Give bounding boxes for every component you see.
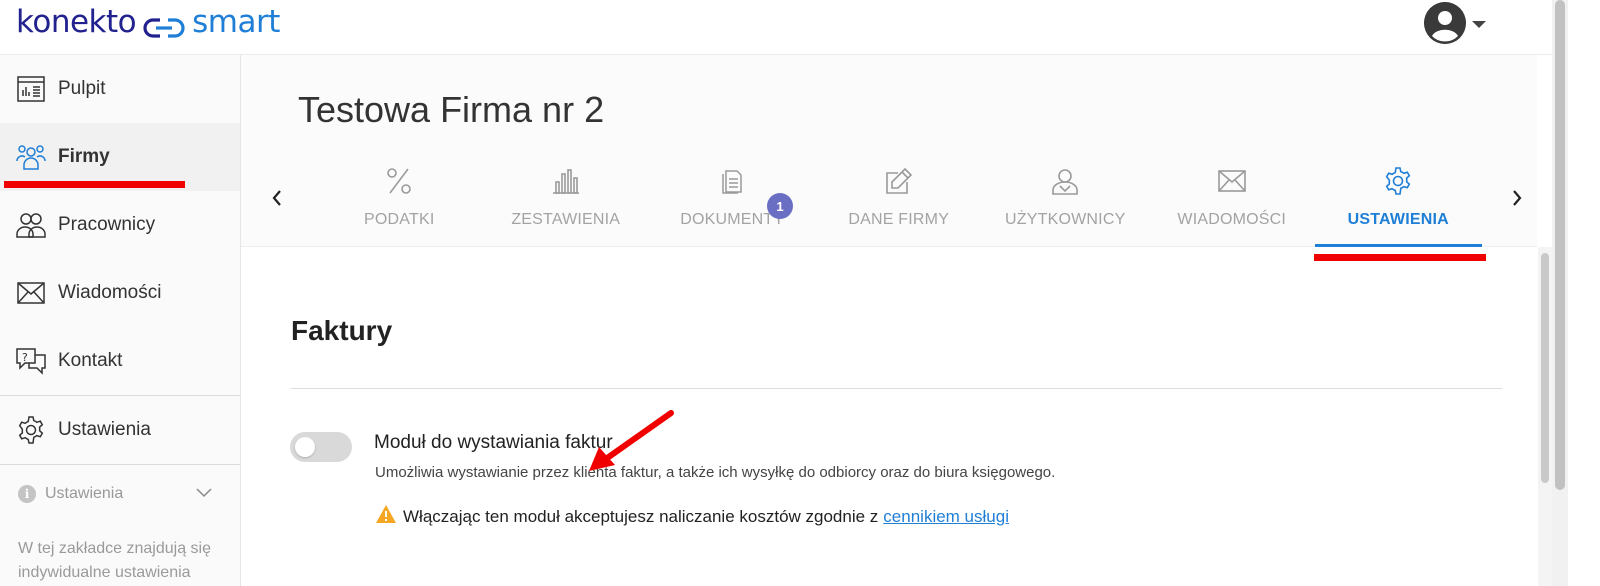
tabs-scroll-right-button[interactable] [1507, 186, 1527, 210]
page-scrollbar[interactable] [1552, 0, 1568, 586]
tab-ustawienia[interactable]: USTAWIENIA [1315, 159, 1482, 247]
logo-brand: konekto [16, 4, 137, 40]
sidebar-info-label: Ustawienia [45, 485, 124, 502]
documents-icon [716, 165, 748, 197]
user-icon [1049, 165, 1081, 197]
logo-link-icon [142, 11, 186, 38]
main-content: Testowa Firma nr 2 PODATKI ZESTAWIENIA D… [241, 55, 1552, 586]
sidebar-item-label: Ustawienia [58, 419, 151, 440]
module-warning: Włączając ten moduł akceptujesz naliczan… [375, 504, 1009, 529]
gear-icon [1382, 165, 1414, 197]
percent-icon [383, 165, 415, 197]
tab-label: UŻYTKOWNICY [1005, 211, 1126, 228]
tabs-scroll-left-button[interactable] [267, 186, 287, 210]
invoice-module-toggle[interactable] [290, 432, 352, 462]
tab-uzytkownicy[interactable]: UŻYTKOWNICY [982, 159, 1149, 247]
sidebar-item-wiadomosci[interactable]: Wiadomości [0, 259, 240, 327]
tab-label: PODATKI [364, 211, 435, 228]
tab-wiadomosci[interactable]: WIADOMOŚCI [1149, 159, 1316, 247]
info-icon: i [18, 485, 36, 503]
sidebar-item-pracownicy[interactable]: Pracownicy [0, 191, 240, 259]
gear-icon [16, 415, 46, 445]
sidebar-item-label: Kontakt [58, 350, 123, 371]
section-divider [291, 388, 1502, 389]
sidebar-item-ustawienia[interactable]: Ustawienia [0, 396, 240, 464]
sidebar-item-kontakt[interactable]: ? Kontakt [0, 327, 240, 395]
tab-zestawienia[interactable]: ZESTAWIENIA [483, 159, 650, 247]
edit-icon [883, 165, 915, 197]
scrollbar-thumb[interactable] [1555, 0, 1565, 490]
logo-product: smart [192, 4, 280, 40]
chevron-down-icon [1472, 20, 1486, 28]
sidebar-item-label: Pracownicy [58, 214, 156, 235]
help-chat-icon: ? [16, 346, 46, 376]
chevron-down-icon [196, 485, 212, 503]
sidebar-item-pulpit[interactable]: Pulpit [0, 55, 240, 123]
annotation-underline-firmy [4, 181, 185, 188]
tab-label: USTAWIENIA [1347, 211, 1449, 228]
sidebar-item-label: Wiadomości [58, 282, 162, 303]
warning-text: Włączając ten moduł akceptujesz naliczan… [403, 506, 879, 526]
top-bar: konekto smart [0, 0, 1552, 55]
bar-chart-icon [550, 165, 582, 197]
companies-icon [16, 142, 46, 172]
page-title: Testowa Firma nr 2 [298, 89, 605, 130]
tab-podatki[interactable]: PODATKI [316, 159, 483, 247]
sidebar-info-toggle[interactable]: i Ustawienia [0, 465, 240, 523]
sidebar-item-label: Pulpit [58, 78, 106, 99]
envelope-icon [1216, 165, 1248, 197]
sidebar-info-text: W tej zakładce znajdują się indywidualne… [18, 540, 211, 581]
envelope-icon [16, 278, 46, 308]
toggle-knob [295, 437, 315, 457]
pricing-link[interactable]: cennikiem usługi [883, 507, 1009, 527]
company-header: Testowa Firma nr 2 PODATKI ZESTAWIENIA D… [241, 55, 1537, 247]
scrollbar-thumb[interactable] [1541, 253, 1549, 483]
sidebar: Pulpit Firmy Pracownicy Wiadomości ? Kon… [0, 55, 241, 586]
annotation-arrow-icon [589, 410, 674, 471]
annotation-underline-ustawienia [1314, 254, 1486, 261]
user-menu[interactable] [1424, 2, 1486, 44]
section-title: Faktury [291, 315, 393, 346]
module-title: Moduł do wystawiania faktur [374, 432, 613, 453]
tab-label: WIADOMOŚCI [1177, 211, 1287, 228]
tab-dokumenty[interactable]: DOKUMENTY 1 [649, 159, 816, 247]
sidebar-item-label: Firmy [58, 146, 110, 167]
main-scrollbar[interactable] [1538, 247, 1552, 586]
tab-label: DANE FIRMY [848, 211, 950, 228]
module-description: Umożliwia wystawianie przez klienta fakt… [375, 464, 1056, 481]
company-tabs: PODATKI ZESTAWIENIA DOKUMENTY 1 DANE FIR… [316, 159, 1482, 247]
warning-icon [375, 504, 397, 529]
notification-badge: 1 [767, 193, 793, 219]
user-avatar-icon [1424, 2, 1466, 44]
tab-dane-firmy[interactable]: DANE FIRMY [816, 159, 983, 247]
app-logo[interactable]: konekto smart [16, 2, 280, 42]
dashboard-icon [16, 74, 46, 104]
tab-label: ZESTAWIENIA [511, 211, 621, 228]
employees-icon [16, 210, 46, 240]
svg-text:?: ? [22, 351, 28, 364]
